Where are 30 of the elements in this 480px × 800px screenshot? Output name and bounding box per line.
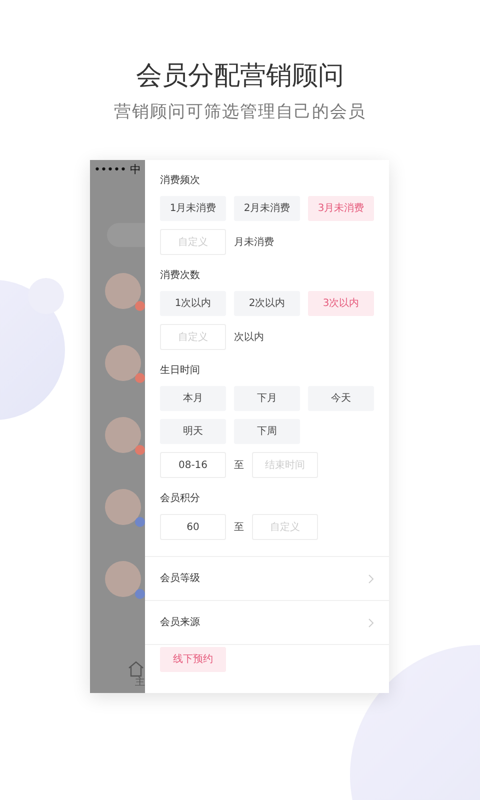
status-text: ••••• 中 — [94, 162, 141, 178]
filter-chip[interactable]: 2月未消费 — [234, 196, 300, 221]
headline: 会员分配营销顾问 — [135, 60, 345, 93]
filter-chip[interactable]: 本月 — [160, 386, 226, 411]
subtitle: 营销顾问可筛选管理自己的会员 — [113, 101, 367, 124]
field-suffix: 月未消费 — [234, 236, 274, 250]
filter-chip[interactable]: 1次以内 — [160, 291, 226, 316]
start-field[interactable]: 60 — [160, 514, 226, 540]
range-separator: 至 — [234, 458, 244, 472]
section-title: 消费频次 — [160, 174, 201, 188]
filter-chip[interactable]: 明天 — [160, 419, 226, 444]
section-title: 会员积分 — [160, 492, 201, 506]
field-suffix: 次以内 — [234, 330, 264, 344]
filter-chip[interactable]: 2次以内 — [234, 291, 300, 316]
section-title: 生日时间 — [160, 364, 201, 378]
section-title: 消费次数 — [160, 269, 201, 283]
start-field[interactable]: 08-16 — [160, 452, 226, 478]
chevron-icon — [368, 574, 374, 584]
option-row[interactable]: 会员来源 — [145, 601, 389, 645]
home-icon[interactable] — [127, 661, 145, 677]
row-label: 会员等级 — [160, 572, 200, 586]
filter-chip[interactable]: 下周 — [234, 419, 300, 444]
range-separator: 至 — [234, 520, 244, 534]
filter-chip[interactable]: 下月 — [234, 386, 300, 411]
chevron-icon — [368, 618, 374, 628]
filter-chip[interactable]: 今天 — [308, 386, 374, 411]
row-label: 会员来源 — [160, 616, 200, 630]
option-row[interactable]: 会员等级 — [145, 557, 389, 601]
filter-chip[interactable]: 1月未消费 — [160, 196, 226, 221]
search-field[interactable] — [107, 222, 145, 246]
